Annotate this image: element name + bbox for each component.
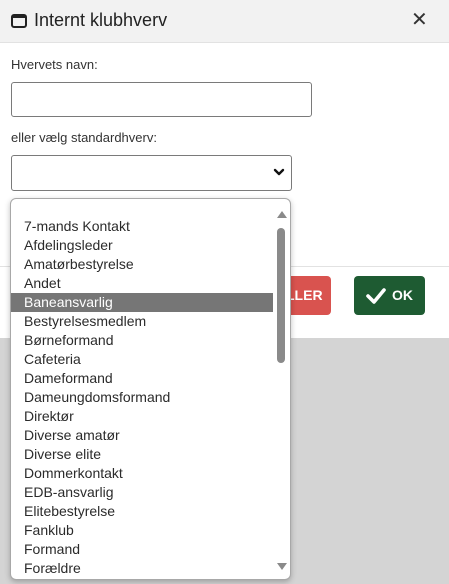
scrollbar-thumb[interactable] bbox=[277, 228, 285, 363]
dialog-title: Internt klubhverv bbox=[34, 10, 168, 30]
ok-label: OK bbox=[392, 287, 413, 303]
standard-label: eller vælg standardhverv: bbox=[11, 130, 157, 145]
scroll-up-arrow-icon[interactable] bbox=[276, 209, 288, 219]
option-list: 7-mands Kontakt Afdelingsleder Amatørbesty… bbox=[11, 217, 273, 578]
name-input[interactable] bbox=[11, 82, 312, 117]
scroll-down-arrow-icon[interactable] bbox=[276, 562, 288, 572]
dropdown-option[interactable]: Diverse amatør bbox=[11, 426, 273, 445]
dropdown-option[interactable]: Formand bbox=[11, 540, 273, 559]
dropdown-option[interactable]: Baneansvarlig bbox=[11, 293, 273, 312]
dropdown-option[interactable]: Børneformand bbox=[11, 331, 273, 350]
check-icon bbox=[366, 288, 386, 304]
standard-select[interactable] bbox=[11, 155, 292, 191]
dropdown-option[interactable]: Dameungdomsformand bbox=[11, 388, 273, 407]
ok-button[interactable]: OK bbox=[354, 276, 425, 315]
window-icon bbox=[11, 14, 27, 28]
chevron-down-icon bbox=[273, 168, 285, 176]
dropdown-option[interactable]: Diverse elite bbox=[11, 445, 273, 464]
dropdown-option[interactable]: Elitebestyrelse bbox=[11, 502, 273, 521]
name-label: Hvervets navn: bbox=[11, 57, 98, 72]
dropdown-option[interactable]: Bestyrelsesmedlem bbox=[11, 312, 273, 331]
dropdown-option[interactable]: Cafeteria bbox=[11, 350, 273, 369]
dropdown-option[interactable]: Dommerkontakt bbox=[11, 464, 273, 483]
dropdown-option[interactable]: 7-mands Kontakt bbox=[11, 217, 273, 236]
dialog-header: Internt klubhverv ✕ bbox=[0, 0, 449, 43]
dropdown-option[interactable]: Dameformand bbox=[11, 369, 273, 388]
dropdown-option[interactable]: Forældre bbox=[11, 559, 273, 578]
close-icon[interactable]: ✕ bbox=[411, 9, 428, 29]
dropdown-option[interactable]: Fanklub bbox=[11, 521, 273, 540]
dropdown-option[interactable]: Direktør bbox=[11, 407, 273, 426]
dropdown-option[interactable]: Afdelingsleder bbox=[11, 236, 273, 255]
dropdown-option[interactable]: EDB-ansvarlig bbox=[11, 483, 273, 502]
dropdown-option[interactable]: Andet bbox=[11, 274, 273, 293]
standard-dropdown-list[interactable]: 7-mands Kontakt Afdelingsleder Amatørbesty… bbox=[10, 198, 291, 580]
dropdown-option[interactable]: Amatørbestyrelse bbox=[11, 255, 273, 274]
